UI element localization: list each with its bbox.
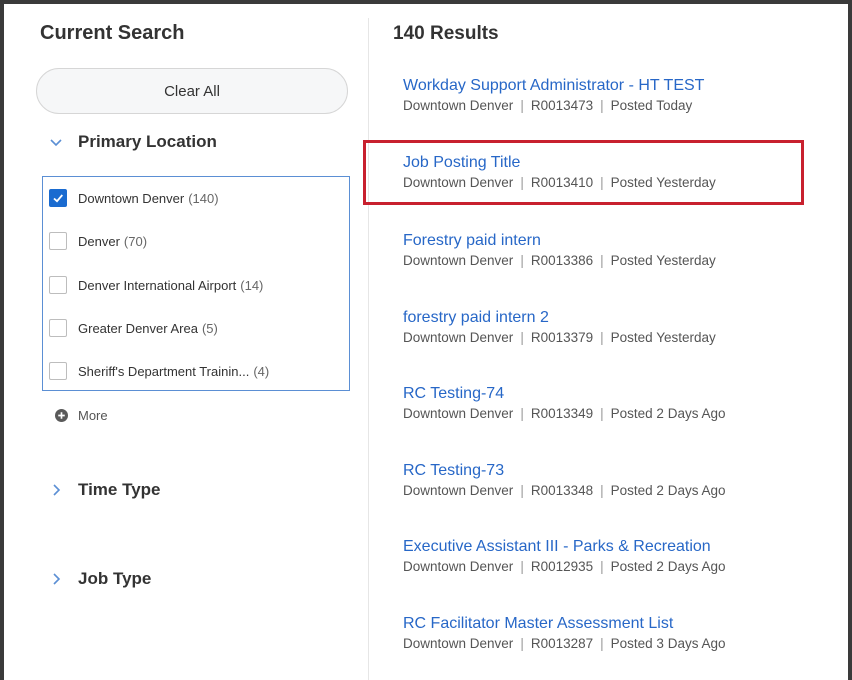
clear-all-button[interactable]: Clear All — [36, 68, 348, 114]
meta-separator: | — [520, 483, 524, 498]
meta-separator: | — [520, 253, 524, 268]
job-posted: Posted Yesterday — [610, 253, 716, 268]
job-title-link[interactable]: forestry paid intern 2 — [403, 308, 716, 328]
result-item: RC Facilitator Master Assessment List Do… — [403, 614, 725, 653]
result-item: Forestry paid intern Downtown Denver | R00… — [403, 231, 716, 270]
checkbox-checked[interactable] — [49, 189, 67, 207]
job-meta: Downtown Denver | R0013287 | Posted 3 Days A… — [403, 635, 725, 653]
highlight-box — [363, 140, 804, 205]
panel-divider — [368, 18, 369, 680]
job-req-id: R0013287 — [530, 636, 594, 651]
checkmark-icon — [53, 194, 63, 203]
job-location: Downtown Denver — [403, 483, 514, 498]
location-label: Greater Denver Area — [78, 320, 198, 336]
job-title-link[interactable]: Workday Support Administrator - HT TEST — [403, 76, 704, 96]
job-req-id: R0013379 — [530, 330, 594, 345]
job-req-id: R0013386 — [530, 253, 594, 268]
job-location: Downtown Denver — [403, 636, 514, 651]
plus-circle-icon — [55, 409, 68, 422]
more-label: More — [78, 408, 108, 423]
meta-separator: | — [600, 98, 604, 113]
job-title-link[interactable]: RC Testing-73 — [403, 461, 725, 481]
job-posted: Posted 3 Days Ago — [610, 636, 726, 651]
location-label: Denver — [78, 233, 120, 249]
meta-separator: | — [600, 253, 604, 268]
checkbox[interactable] — [49, 232, 67, 250]
meta-separator: | — [520, 330, 524, 345]
job-posted: Posted Yesterday — [610, 330, 716, 345]
job-posted: Posted 2 Days Ago — [610, 406, 726, 421]
location-option-downtown-denver[interactable]: Downtown Denver (140) — [49, 186, 219, 210]
meta-separator: | — [600, 636, 604, 651]
job-req-id: R0013473 — [530, 98, 594, 113]
job-req-id: R0012935 — [530, 559, 594, 574]
job-title-link[interactable]: Executive Assistant III - Parks & Recrea… — [403, 537, 725, 557]
job-req-id: R0013348 — [530, 483, 594, 498]
meta-separator: | — [520, 636, 524, 651]
meta-separator: | — [600, 483, 604, 498]
job-location: Downtown Denver — [403, 406, 514, 421]
meta-separator: | — [600, 406, 604, 421]
location-option-denver-international-airport[interactable]: Denver International Airport (14) — [49, 273, 263, 297]
more-locations-button[interactable]: More — [55, 408, 108, 423]
meta-separator: | — [600, 559, 604, 574]
result-item: Workday Support Administrator - HT TEST … — [403, 76, 704, 115]
location-label: Downtown Denver — [78, 190, 185, 206]
current-search-heading: Current Search — [40, 22, 185, 44]
job-title-link[interactable]: RC Testing-74 — [403, 384, 725, 404]
meta-separator: | — [520, 406, 524, 421]
location-label: Denver International Airport — [78, 277, 237, 293]
checkbox[interactable] — [49, 276, 67, 294]
location-count: (70) — [123, 233, 148, 249]
result-item: RC Testing-74 Downtown Denver | R0013349 | P… — [403, 384, 725, 423]
checkbox[interactable] — [49, 319, 67, 337]
chevron-right-icon — [53, 573, 61, 585]
result-item: RC Testing-73 Downtown Denver | R0013348 | P… — [403, 461, 725, 500]
job-posted: Posted 2 Days Ago — [610, 483, 726, 498]
job-location: Downtown Denver — [403, 253, 514, 268]
location-label: Sheriff's Department Trainin... — [78, 363, 250, 379]
meta-separator: | — [520, 559, 524, 574]
checkbox[interactable] — [49, 362, 67, 380]
job-posted: Posted 2 Days Ago — [610, 559, 726, 574]
results-count: 140 Results — [393, 23, 499, 44]
location-count: (140) — [188, 190, 219, 206]
meta-separator: | — [520, 98, 524, 113]
location-count: (14) — [240, 277, 264, 293]
job-location: Downtown Denver — [403, 98, 514, 113]
location-option-sheriffs-department[interactable]: Sheriff's Department Trainin... (4) — [49, 359, 269, 383]
meta-separator: | — [600, 330, 604, 345]
job-meta: Downtown Denver | R0013349 | Posted 2 Days A… — [403, 405, 725, 423]
time-type-title: Time Type — [78, 480, 161, 499]
job-location: Downtown Denver — [403, 559, 514, 574]
job-meta: Downtown Denver | R0013348 | Posted 2 Days A… — [403, 482, 725, 500]
job-meta: Downtown Denver | R0013379 | Posted Yesterda… — [403, 329, 716, 347]
job-type-toggle[interactable]: Job Type — [48, 569, 151, 589]
location-count: (4) — [253, 363, 270, 379]
job-req-id: R0013349 — [530, 406, 594, 421]
job-title-link[interactable]: RC Facilitator Master Assessment List — [403, 614, 725, 634]
job-title-link[interactable]: Forestry paid intern — [403, 231, 716, 251]
result-item: forestry paid intern 2 Downtown Denver | R… — [403, 308, 716, 347]
job-type-title: Job Type — [78, 569, 152, 588]
primary-location-title: Primary Location — [78, 132, 217, 151]
location-count: (5) — [201, 320, 218, 336]
job-meta: Downtown Denver | R0013473 | Posted Today — [403, 97, 704, 115]
time-type-toggle[interactable]: Time Type — [48, 480, 161, 500]
location-option-denver[interactable]: Denver (70) — [49, 229, 147, 253]
location-option-greater-denver-area[interactable]: Greater Denver Area (5) — [49, 316, 218, 340]
job-meta: Downtown Denver | R0013386 | Posted Yesterda… — [403, 252, 716, 270]
primary-location-list: Downtown Denver (140) Denver (70) Denver… — [42, 176, 350, 391]
job-posted: Posted Today — [610, 98, 693, 113]
chevron-down-icon — [50, 139, 62, 147]
result-item: Executive Assistant III - Parks & Recrea… — [403, 537, 725, 576]
job-location: Downtown Denver — [403, 330, 514, 345]
primary-location-toggle[interactable]: Primary Location — [48, 132, 217, 152]
chevron-right-icon — [53, 484, 61, 496]
job-meta: Downtown Denver | R0012935 | Posted 2 Days A… — [403, 558, 725, 576]
